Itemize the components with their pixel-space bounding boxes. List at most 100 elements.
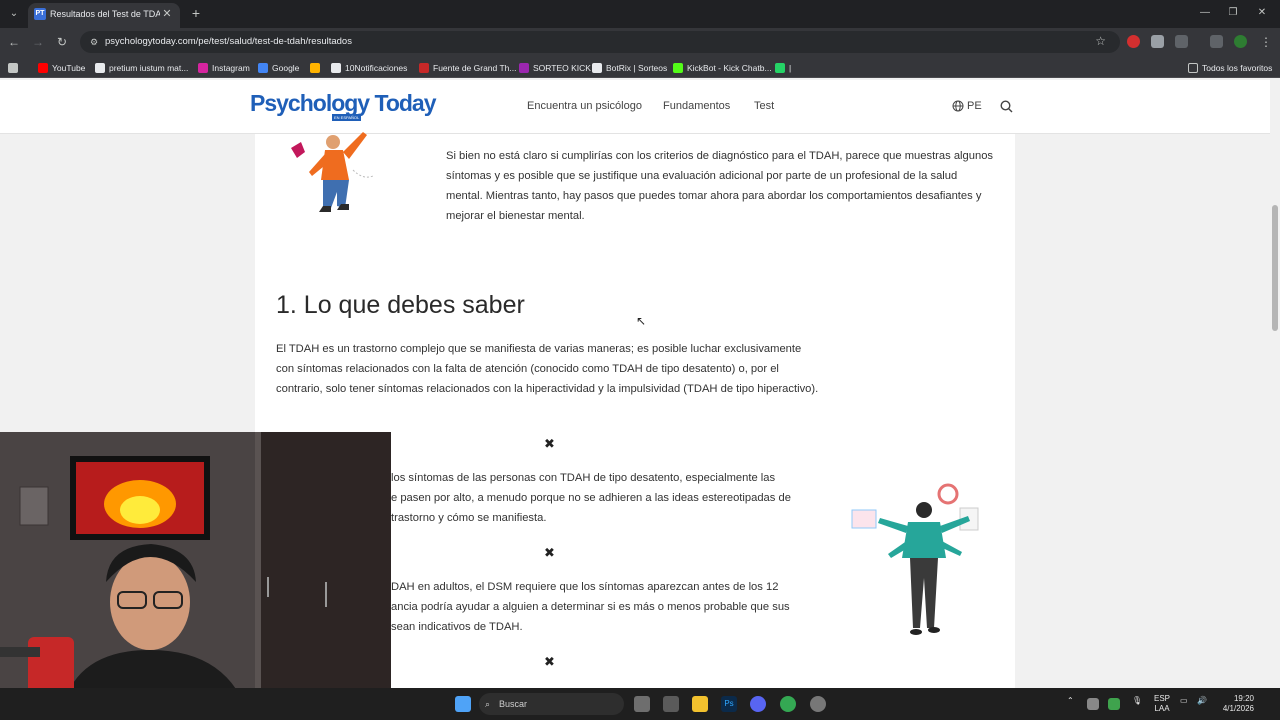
chrome-icon[interactable] xyxy=(780,696,796,712)
bookmark-label: | xyxy=(789,62,792,73)
multitasking-illustration xyxy=(851,483,979,635)
bookmark-label: Google xyxy=(272,62,300,73)
bookmark-label: YouTube xyxy=(52,62,86,73)
windows-start-icon[interactable] xyxy=(455,696,471,712)
bookmark-label: Instagram xyxy=(212,62,250,73)
bookmark-item[interactable] xyxy=(310,61,324,74)
bookmark-label: SORTEO KICK xyxy=(533,62,591,73)
microphone-icon[interactable]: 🎙 xyxy=(1132,696,1142,705)
extensions-puzzle-icon[interactable] xyxy=(1175,35,1188,48)
restore-button[interactable]: ❐ xyxy=(1226,6,1240,20)
folder-icon xyxy=(1188,62,1198,73)
bookmark-item[interactable]: Fuente de Grand Th... xyxy=(419,61,516,74)
extension-card-icon[interactable] xyxy=(1151,35,1164,48)
result-intro-text: Si bien no está claro si cumplirías con … xyxy=(446,150,994,222)
chrome-menu-icon[interactable]: ⋮ xyxy=(1258,34,1274,50)
mouse-cursor: ↖ xyxy=(636,314,647,328)
clock[interactable]: 19:20 4/1/2026 xyxy=(1218,694,1254,714)
language-indicator[interactable]: ESP LAA xyxy=(1154,694,1170,714)
extension-red-icon[interactable] xyxy=(1127,35,1140,48)
tray-overflow-icon[interactable]: ⌃ xyxy=(1067,696,1074,705)
site-logo[interactable]: Psychology Today xyxy=(250,90,437,117)
taskbar-search[interactable]: ⌕ Buscar xyxy=(479,693,624,715)
separator-icon: ✖ xyxy=(544,654,555,669)
tab-search-icon[interactable]: ⌄ xyxy=(6,6,22,22)
reload-button[interactable]: ↻ xyxy=(54,34,70,50)
all-bookmarks-folder[interactable]: Todos los favoritos xyxy=(1188,61,1272,74)
task-view-icon[interactable] xyxy=(634,696,650,712)
bookmark-favicon-icon xyxy=(775,62,785,73)
tab-title: Resultados del Test de TDAH | P xyxy=(50,9,160,19)
inattentive-type-text: los síntomas de las personas con TDAH de… xyxy=(391,472,791,524)
bookmark-favicon-icon xyxy=(95,62,105,73)
bookmark-favicon-icon xyxy=(592,62,602,73)
file-explorer-icon[interactable] xyxy=(692,696,708,712)
bookmark-favicon-icon xyxy=(419,62,429,73)
close-window-button[interactable]: ✕ xyxy=(1255,6,1269,20)
bookmark-item[interactable]: BotRix | Sorteos xyxy=(592,61,667,74)
site-info-icon[interactable]: ⚙ xyxy=(88,36,100,48)
separator-icon: ✖ xyxy=(544,436,555,451)
bookmark-item[interactable]: 10Notificaciones xyxy=(331,61,407,74)
bookmark-label: 10Notificaciones xyxy=(345,62,408,73)
tab-favicon: PT xyxy=(34,8,46,20)
bookmark-label: Fuente de Grand Th... xyxy=(433,62,517,73)
bookmark-item[interactable]: KickBot - Kick Chatb... xyxy=(673,61,772,74)
scrollbar-thumb[interactable] xyxy=(1272,205,1278,331)
tray-app-icon[interactable] xyxy=(1108,698,1120,710)
browser-tab-bar: ⌄ PT Resultados del Test de TDAH | P ✕ +… xyxy=(0,0,1280,28)
network-icon[interactable]: ▭ xyxy=(1180,696,1188,705)
bookmark-item[interactable]: | xyxy=(775,61,791,74)
media-control-icon[interactable] xyxy=(1210,35,1223,48)
section-heading: 1. Lo que debes saber xyxy=(276,291,525,319)
globe-icon xyxy=(952,100,964,112)
back-button[interactable]: ← xyxy=(6,34,22,50)
tray-app-icon[interactable] xyxy=(1087,698,1099,710)
volume-icon[interactable]: 🔊 xyxy=(1197,696,1207,705)
app-icon[interactable] xyxy=(810,696,826,712)
bookmark-item[interactable]: pretium iustum mat... xyxy=(95,61,188,74)
bookmark-item[interactable]: Instagram xyxy=(198,61,250,74)
page-scrollbar[interactable] xyxy=(1270,80,1280,688)
bookmark-item[interactable]: YouTube xyxy=(38,61,85,74)
language-selector[interactable]: PE xyxy=(952,100,982,112)
forward-button[interactable]: → xyxy=(30,34,46,50)
bookmark-favicon-icon xyxy=(331,62,341,73)
bookmark-item[interactable]: SORTEO KICK xyxy=(519,61,591,74)
nav-fundamentals[interactable]: Fundamentos xyxy=(663,100,730,112)
distracted-man-illustration xyxy=(291,132,374,212)
search-icon[interactable] xyxy=(1000,100,1013,113)
bookmark-favicon-icon xyxy=(310,62,320,73)
browser-toolbar: ← → ↻ ⚙ psychologytoday.com/pe/test/salu… xyxy=(0,28,1280,56)
discord-icon[interactable] xyxy=(750,696,766,712)
tab-close-icon[interactable]: ✕ xyxy=(160,7,174,21)
profile-avatar[interactable] xyxy=(1234,35,1247,48)
url-text: psychologytoday.com/pe/test/salud/test-d… xyxy=(105,36,352,47)
app-icon[interactable] xyxy=(663,696,679,712)
bookmark-favicon-icon xyxy=(198,62,208,73)
bookmark-star-icon[interactable]: ☆ xyxy=(1095,34,1106,48)
webcam-video xyxy=(0,432,391,720)
address-bar[interactable]: ⚙ psychologytoday.com/pe/test/salud/test… xyxy=(80,31,1120,53)
bookmark-favicon-icon xyxy=(519,62,529,73)
bookmark-favicon-icon xyxy=(258,62,268,73)
search-icon: ⌕ xyxy=(485,699,491,709)
minimize-button[interactable]: — xyxy=(1198,6,1212,20)
bookmark-item[interactable]: Google xyxy=(258,61,299,74)
photoshop-icon[interactable]: Ps xyxy=(721,696,737,712)
bookmarks-bar: YouTube pretium iustum mat... Instagram Goo… xyxy=(0,56,1280,78)
nav-test[interactable]: Test xyxy=(754,100,774,112)
windows-taskbar: ⌕ Buscar Ps ⌃ 🎙 ESP LAA ▭ 🔊 19:20 4/1/20… xyxy=(0,688,1280,720)
browser-tab[interactable]: PT Resultados del Test de TDAH | P ✕ xyxy=(28,3,180,28)
bookmark-label: pretium iustum mat... xyxy=(109,62,189,73)
site-header: Psychology Today EN ESPAÑOL Encuentra un… xyxy=(0,80,1270,134)
bookmark-favicon-icon xyxy=(38,62,48,73)
new-tab-button[interactable]: + xyxy=(188,5,204,21)
apps-grid-icon[interactable] xyxy=(8,61,18,74)
bookmark-label: BotRix | Sorteos xyxy=(606,62,668,73)
bookmark-label: KickBot - Kick Chatb... xyxy=(687,62,772,73)
webcam-overlay xyxy=(0,432,391,720)
bookmark-favicon-icon xyxy=(673,62,683,73)
nav-find-psychologist[interactable]: Encuentra un psicólogo xyxy=(527,100,642,112)
adhd-description-text: El TDAH es un trastorno complejo que se … xyxy=(276,343,819,395)
